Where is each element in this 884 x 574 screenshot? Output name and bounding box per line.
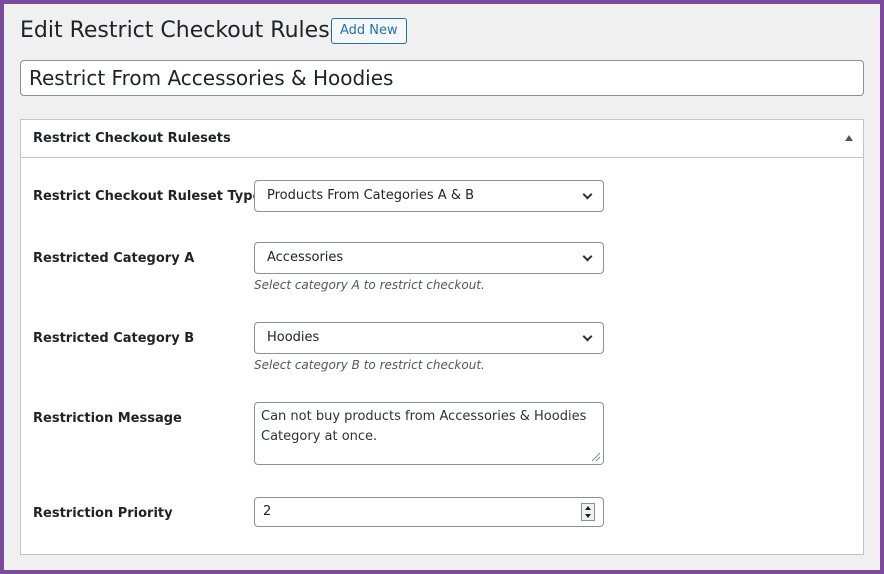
number-spinner[interactable] — [581, 503, 595, 521]
metabox-title: Restrict Checkout Rulesets — [33, 131, 231, 146]
chevron-down-icon — [582, 331, 593, 342]
category-a-label: Restricted Category A — [33, 251, 195, 266]
ruleset-type-row: Restrict Checkout Ruleset Type Products … — [33, 180, 853, 220]
category-b-label: Restricted Category B — [33, 331, 195, 346]
category-b-value: Hoodies — [267, 330, 320, 345]
chevron-down-icon — [582, 189, 593, 200]
priority-number-input[interactable]: 2 — [254, 497, 604, 527]
admin-screen: Edit Restrict Checkout Ruleset Add New R… — [4, 4, 880, 570]
ruleset-type-label: Restrict Checkout Ruleset Type — [33, 189, 262, 204]
collapse-arrow-icon[interactable] — [845, 135, 853, 141]
restrict-checkout-metabox: Restrict Checkout Rulesets Restrict Chec… — [20, 119, 864, 555]
spin-down-icon[interactable] — [585, 514, 591, 518]
add-new-button[interactable]: Add New — [331, 18, 407, 44]
message-row: Restriction Message Can not buy products… — [33, 402, 853, 472]
metabox-header: Restrict Checkout Rulesets — [21, 120, 863, 158]
category-b-row: Restricted Category B Hoodies Select cat… — [33, 322, 853, 382]
message-label: Restriction Message — [33, 411, 182, 426]
restriction-message-textarea[interactable]: Can not buy products from Accessories & … — [254, 402, 604, 465]
resize-handle-icon[interactable] — [592, 453, 600, 461]
category-a-value: Accessories — [267, 250, 344, 265]
category-a-select[interactable]: Accessories — [254, 242, 604, 274]
priority-label: Restriction Priority — [33, 506, 173, 521]
ruleset-type-value: Products From Categories A & B — [267, 188, 475, 203]
page-title: Edit Restrict Checkout Ruleset — [20, 18, 352, 43]
category-a-hint: Select category A to restrict checkout. — [254, 278, 485, 292]
chevron-down-icon — [582, 251, 593, 262]
priority-row: Restriction Priority 2 — [33, 497, 853, 529]
spin-up-icon[interactable] — [585, 506, 591, 510]
priority-value: 2 — [263, 504, 272, 519]
category-a-row: Restricted Category A Accessories Select… — [33, 242, 853, 302]
category-b-select[interactable]: Hoodies — [254, 322, 604, 354]
restriction-message-text: Can not buy products from Accessories & … — [261, 409, 587, 444]
category-b-hint: Select category B to restrict checkout. — [254, 358, 485, 372]
ruleset-title-input[interactable] — [20, 60, 864, 96]
ruleset-type-select[interactable]: Products From Categories A & B — [254, 180, 604, 212]
